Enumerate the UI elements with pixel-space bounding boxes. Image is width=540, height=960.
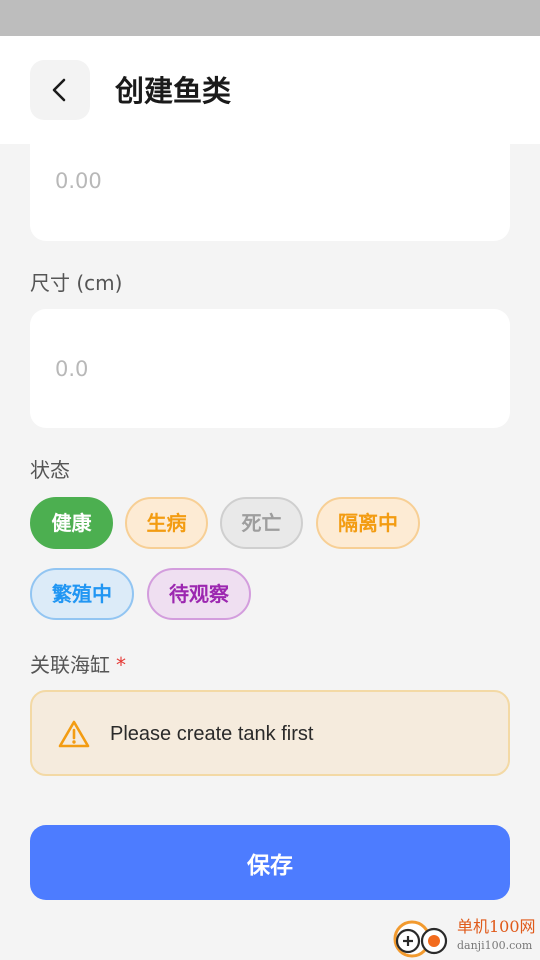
required-mark: *	[116, 653, 126, 677]
chip-label: 生病	[146, 511, 187, 535]
warning-icon	[58, 720, 90, 748]
status-bar	[0, 0, 540, 36]
site-watermark: 单机100网 danji100.com	[390, 915, 540, 960]
save-button[interactable]: 保存	[30, 825, 510, 900]
save-button-label: 保存	[247, 852, 293, 879]
back-button[interactable]	[30, 60, 90, 120]
status-label: 状态	[30, 458, 70, 482]
watermark-logo-icon	[393, 920, 448, 958]
chip-label: 待观察	[169, 582, 229, 606]
chip-label: 繁殖中	[52, 582, 112, 606]
size-input[interactable]: 0.0	[30, 309, 510, 428]
size-input-placeholder: 0.0	[55, 357, 89, 381]
tank-warning-text: Please create tank first	[110, 723, 314, 745]
status-chip-dead[interactable]: 死亡	[220, 497, 303, 549]
chip-label: 健康	[51, 511, 92, 535]
status-chip-observation[interactable]: 待观察	[147, 568, 251, 620]
weight-input[interactable]: 0.00	[30, 120, 510, 241]
watermark-site-url: danji100.com	[457, 939, 533, 952]
size-label: 尺寸 (cm)	[30, 271, 123, 295]
status-chip-quarantine[interactable]: 隔离中	[316, 497, 420, 549]
tank-label: 关联海缸 *	[30, 651, 126, 679]
status-chip-breeding[interactable]: 繁殖中	[30, 568, 134, 620]
chip-label: 死亡	[241, 511, 282, 535]
chevron-left-icon	[52, 78, 66, 102]
tank-warning: Please create tank first	[30, 690, 510, 776]
status-chip-sick[interactable]: 生病	[125, 497, 208, 549]
status-chip-healthy[interactable]: 健康	[30, 497, 113, 549]
watermark-site-name: 单机100网	[457, 917, 536, 936]
weight-input-placeholder: 0.00	[55, 169, 102, 193]
page-title: 创建鱼类	[115, 74, 232, 108]
tank-label-text: 关联海缸	[30, 653, 110, 677]
chip-label: 隔离中	[338, 511, 398, 535]
